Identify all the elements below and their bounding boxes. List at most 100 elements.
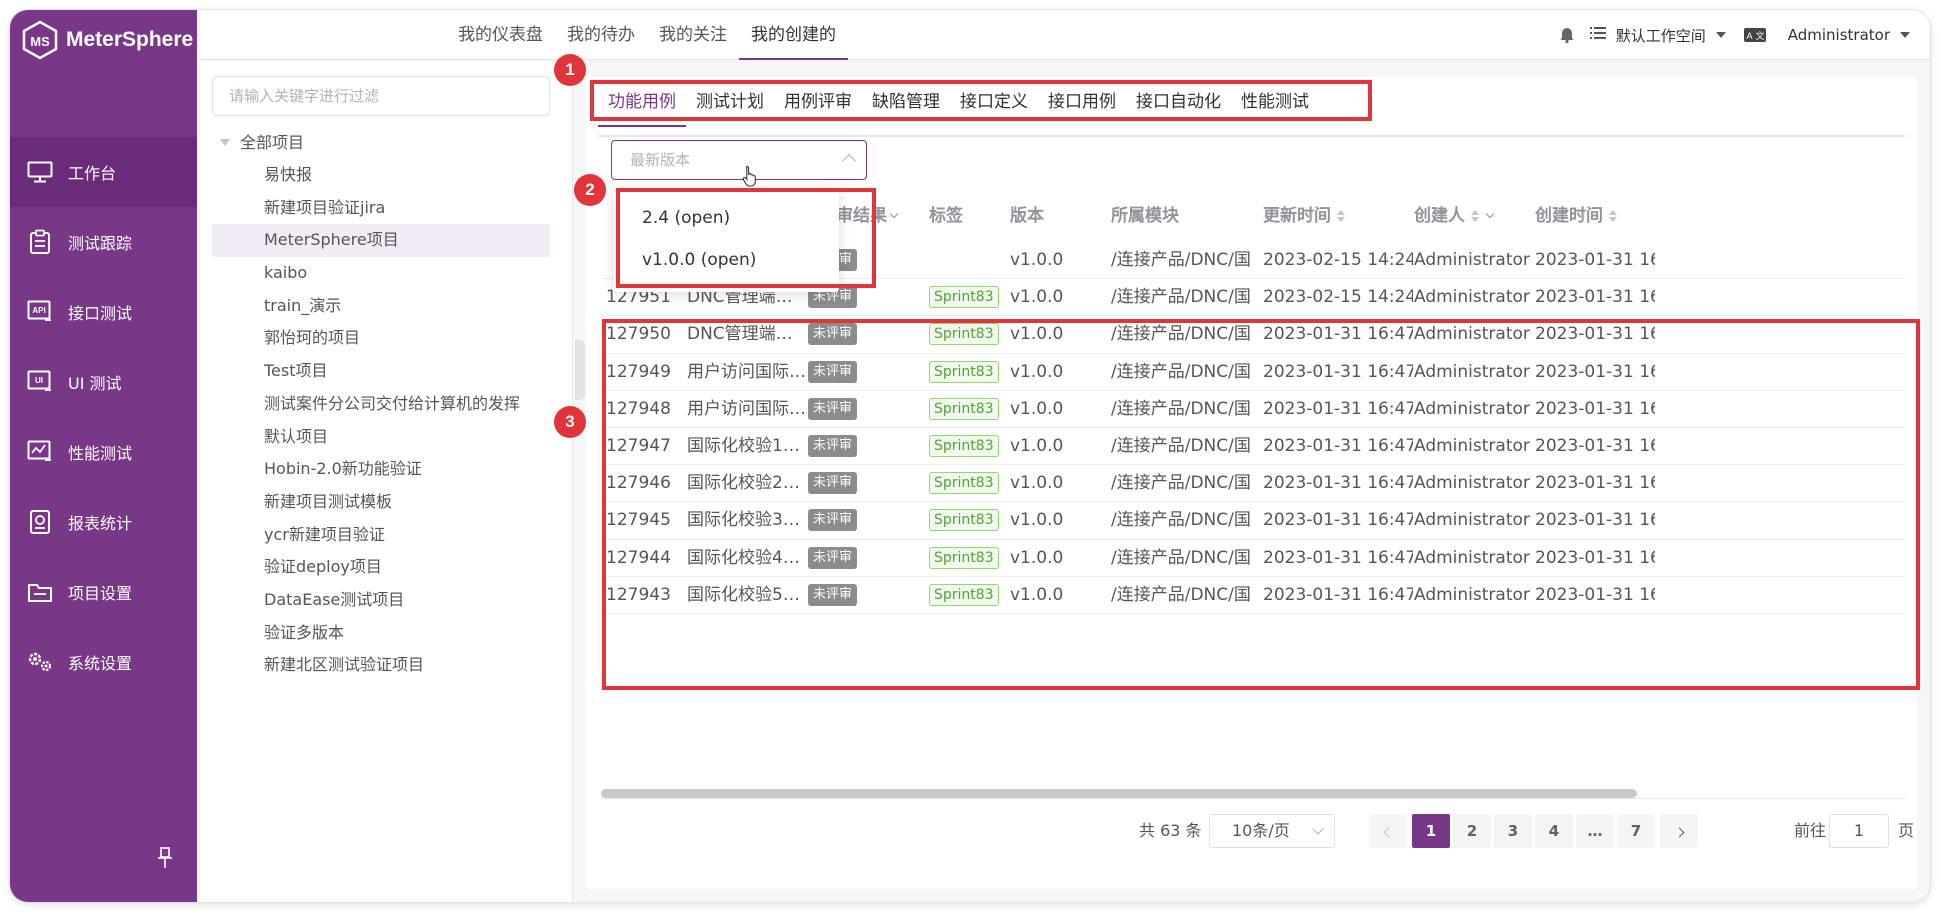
column-header-version: 版本	[1010, 190, 1044, 242]
cell-created: 2023-01-31 16:47:	[1535, 250, 1655, 270]
ui-icon: UI	[26, 368, 54, 396]
sidebar-item-label: UI 测试	[68, 374, 122, 393]
sidebar-item[interactable]: API 接口测试	[10, 277, 197, 347]
page-button[interactable]: 3	[1494, 814, 1532, 848]
workspace-switcher[interactable]: 默认工作空间	[1589, 25, 1726, 46]
top-tab[interactable]: 我的待办	[555, 10, 647, 60]
api-icon: API	[26, 298, 54, 326]
page-suffix: 页	[1898, 821, 1915, 840]
version-select[interactable]: 最新版本	[611, 140, 867, 187]
sidebar-item-label: 性能测试	[68, 444, 133, 463]
tree-node[interactable]: 易快报	[212, 159, 550, 192]
column-header-creator[interactable]: 创建人	[1414, 190, 1495, 242]
cell-version: v1.0.0	[1010, 250, 1064, 270]
svg-text:MS: MS	[30, 34, 50, 49]
horizontal-scrollbar[interactable]	[601, 789, 1637, 798]
caret-down-icon	[1900, 32, 1910, 38]
goto-page-input[interactable]: 1	[1829, 814, 1889, 848]
app-name: MeterSphere	[66, 28, 194, 51]
tree-node[interactable]: 新建北区测试验证项目	[212, 649, 550, 682]
clipboard-icon	[26, 228, 54, 256]
sidebar-item[interactable]: 性能测试	[10, 417, 197, 487]
sidebar-item-label: 项目设置	[68, 584, 133, 603]
annotation-box-2	[616, 188, 876, 288]
cell-module: /连接产品/DNC/国…	[1111, 250, 1251, 270]
page-button[interactable]: 1	[1412, 814, 1450, 848]
sidebar: MS MeterSphere 工作台 测试跟踪 API 接口测试 UI UI 测试 …	[10, 10, 197, 902]
tree-node[interactable]: MeterSphere项目	[212, 224, 550, 258]
tree-node[interactable]: 测试案件分公司交付给计算机的发挥	[212, 388, 550, 421]
monitor-icon	[26, 158, 54, 186]
more-pages-button[interactable]: …	[1576, 814, 1614, 848]
scrollbar-track	[601, 798, 1905, 799]
cell-tag: Sprint83	[929, 279, 1009, 316]
annotation-box-1	[590, 80, 1372, 121]
top-tab[interactable]: 我的关注	[647, 10, 739, 60]
tree-node[interactable]: 验证多版本	[212, 617, 550, 650]
top-tab[interactable]: 我的仪表盘	[446, 10, 555, 60]
sidebar-item[interactable]: 工作台	[10, 137, 197, 207]
sort-icon[interactable]	[1337, 210, 1345, 222]
language-icon[interactable]: A文	[1743, 28, 1766, 42]
sidebar-item[interactable]: 报表统计	[10, 487, 197, 557]
tree-root[interactable]: 全部项目	[212, 126, 550, 159]
goto-label: 前往	[1794, 821, 1827, 840]
sidebar-item[interactable]: UI UI 测试	[10, 347, 197, 417]
tree-node[interactable]: 验证deploy项目	[212, 551, 550, 584]
metersphere-logo-icon: MS	[20, 20, 60, 60]
svg-text:API: API	[32, 306, 45, 315]
svg-text:A: A	[1746, 31, 1752, 41]
prev-page-button[interactable]	[1369, 814, 1407, 848]
tree-node[interactable]: ycr新建项目验证	[212, 519, 550, 552]
project-tree: 全部项目 易快报 新建项目验证jira MeterSphere项目 kaibo trai…	[212, 126, 550, 682]
column-header-created[interactable]: 创建时间	[1535, 190, 1617, 242]
page-size-select[interactable]: 10条/页	[1209, 814, 1335, 848]
top-tab[interactable]: 我的创建的	[739, 10, 848, 60]
tree-node[interactable]: 新建项目测试模板	[212, 486, 550, 519]
cell-updated: 2023-02-15 14:24:48	[1263, 287, 1413, 308]
logo[interactable]: MS MeterSphere	[20, 18, 193, 62]
sidebar-item[interactable]: 系统设置	[10, 627, 197, 697]
page-button[interactable]: 7	[1617, 814, 1655, 848]
workspace-name: 默认工作空间	[1615, 26, 1706, 45]
report-icon	[26, 508, 54, 536]
tree-node[interactable]: train_演示	[212, 290, 550, 323]
top-tabs: 我的仪表盘 我的待办 我的关注 我的创建的	[446, 10, 848, 60]
tree-node[interactable]: 郭怡珂的项目	[212, 322, 550, 355]
pagination: 共 63 条 10条/页 1 2 3 4… 7 前往 1 页	[586, 814, 1917, 848]
sidebar-item-label: 系统设置	[68, 654, 133, 673]
page-button[interactable]: 4	[1535, 814, 1573, 848]
sort-icon[interactable]	[1471, 210, 1479, 222]
version-select-placeholder: 最新版本	[630, 151, 691, 169]
annotation-box-3	[602, 319, 1920, 690]
sidebar-item[interactable]: 项目设置	[10, 557, 197, 627]
user-menu[interactable]: Administrator	[1788, 26, 1910, 44]
chevron-up-icon	[841, 153, 857, 169]
tree-node[interactable]: 新建项目验证jira	[212, 192, 550, 225]
tree-node[interactable]: Hobin-2.0新功能验证	[212, 453, 550, 486]
folder-icon	[26, 578, 54, 606]
sort-icon[interactable]	[1609, 210, 1617, 222]
caret-down-icon[interactable]	[220, 139, 230, 146]
next-page-button[interactable]	[1660, 814, 1698, 848]
pin-icon[interactable]	[156, 846, 174, 870]
panel-resize-handle[interactable]	[575, 340, 585, 400]
column-header-updated[interactable]: 更新时间	[1263, 190, 1345, 242]
sidebar-item-label: 工作台	[68, 164, 117, 183]
tree-node[interactable]: kaibo	[212, 257, 550, 290]
cell-created: 2023-01-31 16:47:	[1535, 287, 1655, 308]
page-size-value: 10条/页	[1232, 821, 1290, 840]
tree-node[interactable]: 默认项目	[212, 421, 550, 454]
column-header-label: 所属模块	[1111, 206, 1179, 226]
cell-creator: Administrator	[1414, 250, 1530, 270]
sidebar-item[interactable]: 测试跟踪	[10, 207, 197, 277]
column-header-module: 所属模块	[1111, 190, 1179, 242]
column-header-label: 更新时间	[1263, 206, 1331, 226]
tree-node[interactable]: DataEase测试项目	[212, 584, 550, 617]
chevron-down-icon[interactable]	[1485, 209, 1495, 219]
tree-node[interactable]: Test项目	[212, 355, 550, 388]
tree-filter-input[interactable]: 请输入关键字进行过滤	[212, 76, 550, 116]
page-button[interactable]: 2	[1453, 814, 1491, 848]
svg-text:文: 文	[1755, 30, 1764, 42]
bell-icon[interactable]	[1558, 26, 1576, 44]
